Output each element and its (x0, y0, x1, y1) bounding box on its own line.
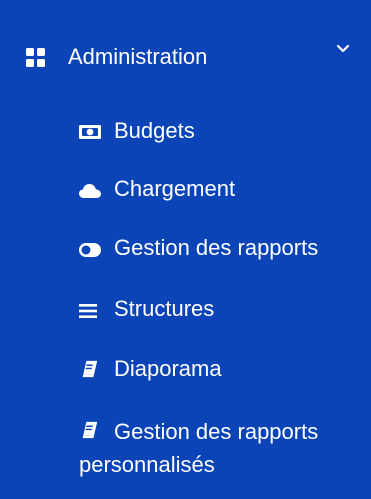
sidebar-section-administration[interactable]: Administration (0, 28, 371, 88)
sidebar-item-diaporama[interactable]: Diaporama (0, 354, 371, 386)
bars-icon (79, 304, 97, 318)
sidebar-item-label: Chargement (114, 176, 236, 201)
section-title: Administration (68, 44, 208, 69)
sidebar-item-label: Structures (114, 296, 215, 321)
grid-icon (26, 48, 45, 67)
cloud-icon (79, 184, 101, 198)
sidebar-item-budgets[interactable]: Budgets (0, 116, 371, 148)
sidebar-item-label: Gestion des rapports personnalisés (79, 419, 319, 477)
book-icon (82, 360, 98, 378)
sidebar-item-structures[interactable]: Structures (0, 294, 371, 326)
sidebar-item-gestion-des-rapports[interactable]: Gestion des rapports (0, 233, 371, 265)
money-bill-icon (79, 125, 101, 139)
sidebar-item-label: Budgets (114, 118, 195, 143)
sidebar-item-gestion-des-rapports-personnalises[interactable]: Gestion des rapports personnalisés (0, 415, 371, 481)
toggle-icon (79, 243, 101, 257)
sidebar-item-label: Gestion des rapports (114, 235, 319, 260)
sidebar-item-label: Diaporama (114, 356, 222, 381)
sidebar: Administration Budgets Chargement Gestio… (0, 0, 371, 499)
chevron-down-icon[interactable] (336, 42, 350, 56)
sidebar-item-chargement[interactable]: Chargement (0, 174, 371, 206)
